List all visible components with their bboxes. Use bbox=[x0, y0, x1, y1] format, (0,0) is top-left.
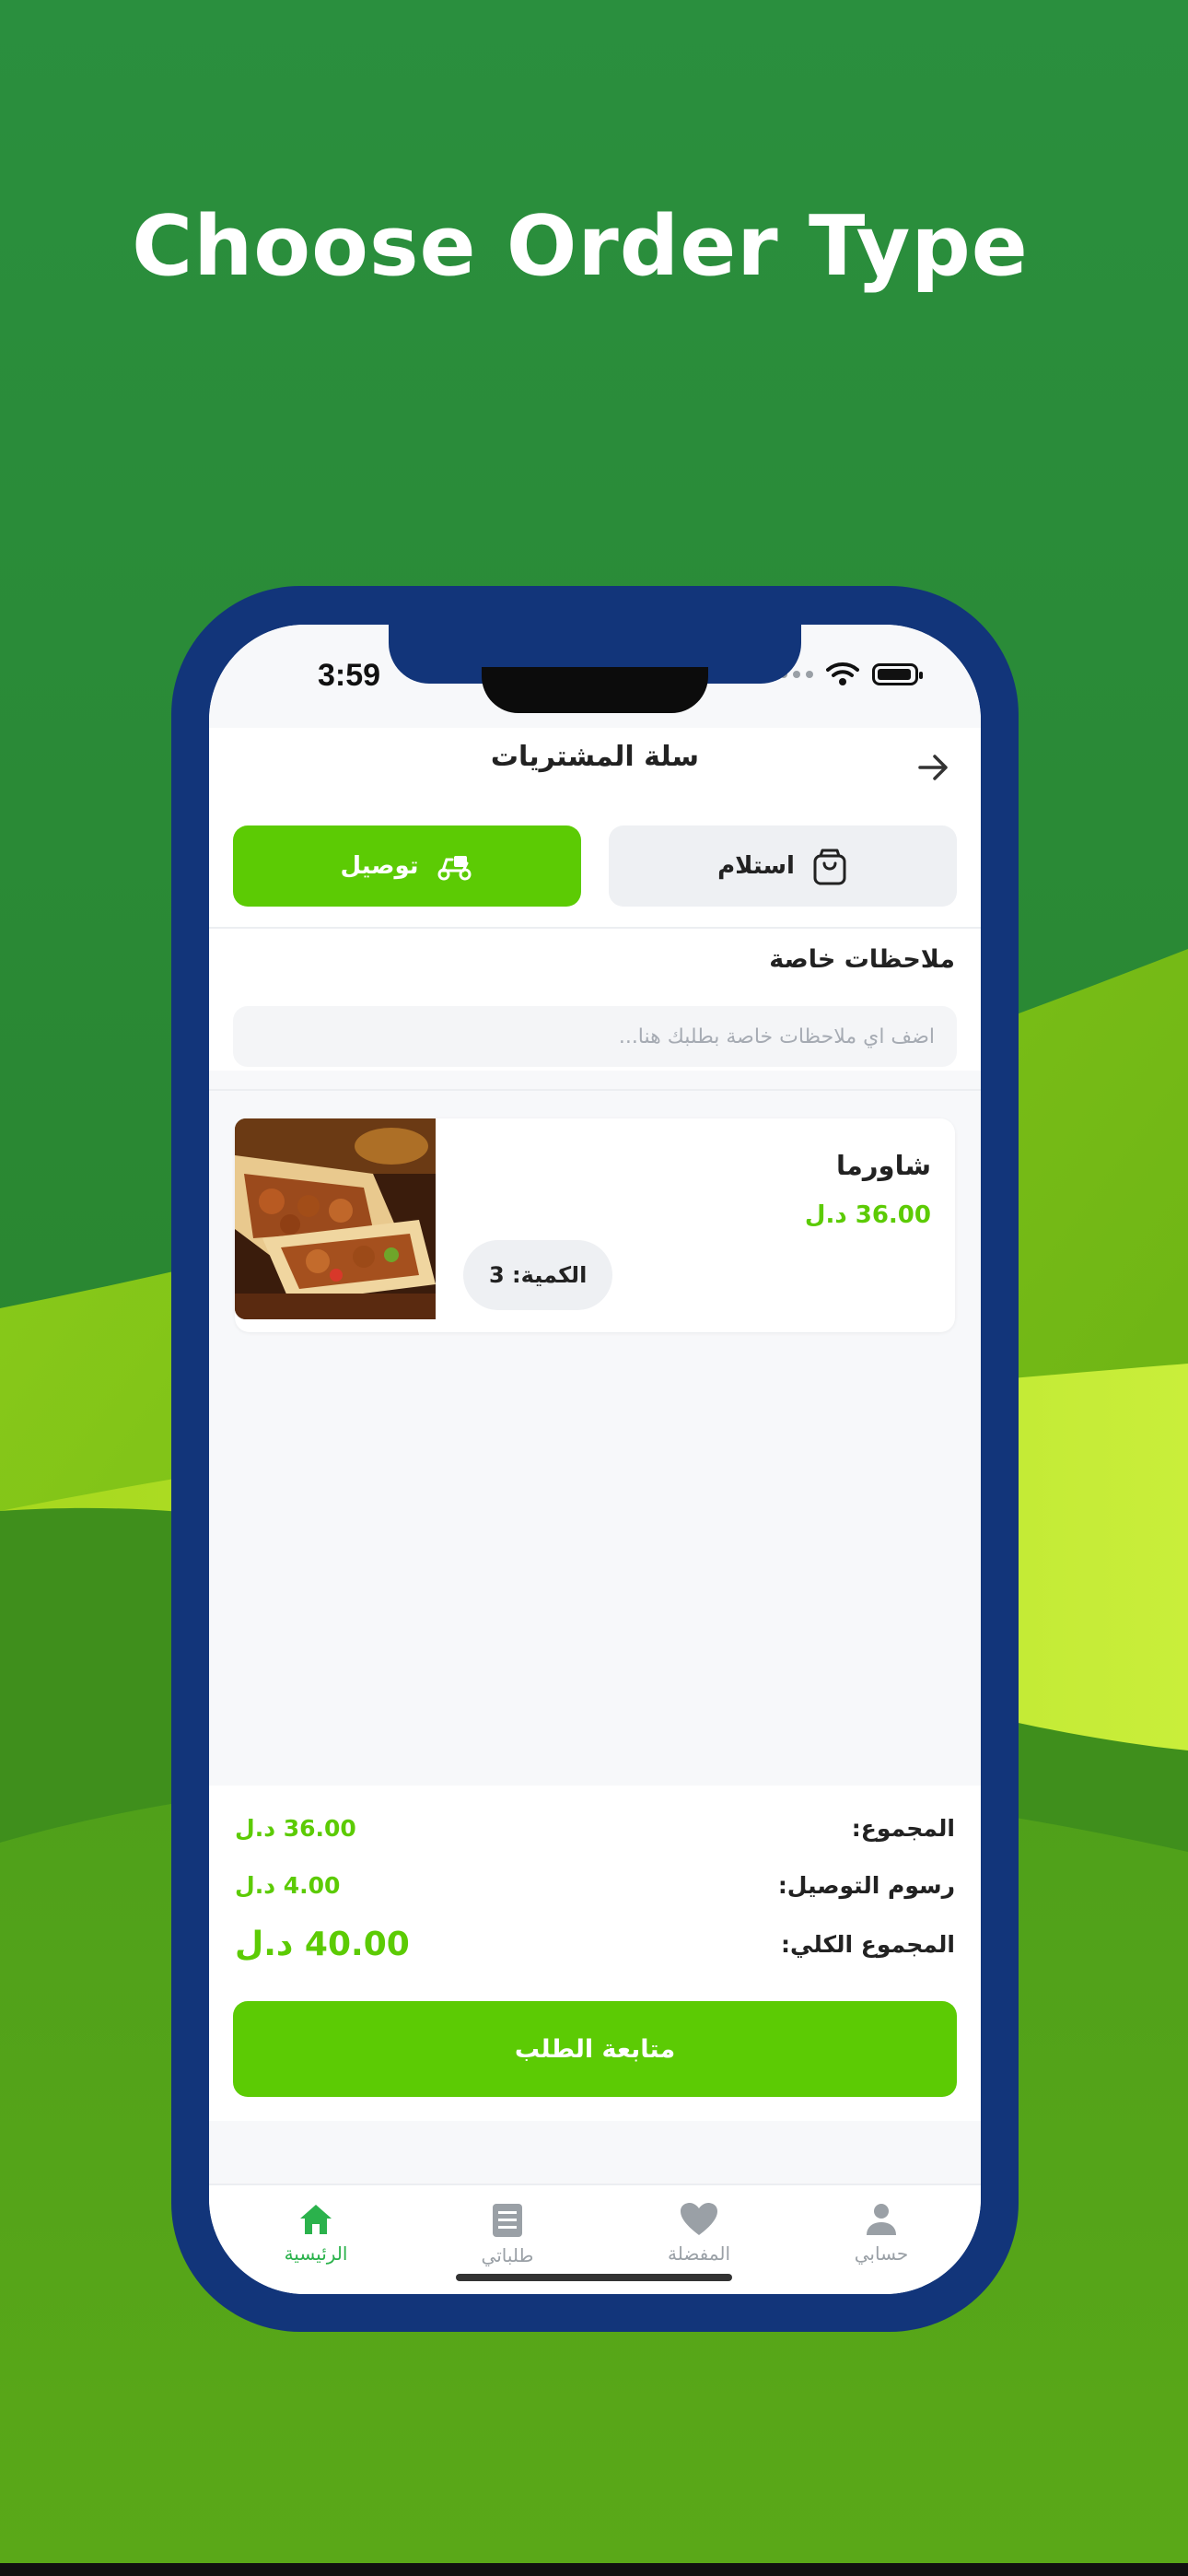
delivery-fee-value: 4.00 د.ل bbox=[235, 1872, 341, 1899]
orders-list-icon bbox=[493, 2204, 522, 2237]
delivery-scooter-icon bbox=[437, 856, 472, 881]
notes-input[interactable]: اضف اي ملاحظات خاصة بطلبك هنا... bbox=[233, 1006, 957, 1067]
nav-item-account[interactable]: حسابي bbox=[817, 2202, 946, 2265]
pickup-label: استلام bbox=[717, 852, 795, 880]
subtotal-row: المجموع: 36.00 د.ل bbox=[235, 1815, 955, 1842]
arrow-right-icon[interactable] bbox=[914, 748, 953, 787]
subtotal-value: 36.00 د.ل bbox=[235, 1815, 356, 1842]
nav-label-orders: طلباتي bbox=[481, 2244, 534, 2266]
subtotal-label: المجموع: bbox=[851, 1815, 955, 1842]
notes-label: ملاحظات خاصة bbox=[769, 945, 955, 974]
headline: Choose Order Type bbox=[132, 198, 1029, 295]
shawarma-image bbox=[235, 1118, 436, 1319]
nav-label-home: الرئيسية bbox=[284, 2242, 348, 2265]
delivery-fee-row: رسوم التوصيل: 4.00 د.ل bbox=[235, 1872, 955, 1899]
heart-icon bbox=[681, 2203, 717, 2235]
pickup-button[interactable]: استلام bbox=[609, 825, 957, 907]
divider bbox=[209, 1089, 981, 1091]
delivery-fee-label: رسوم التوصيل: bbox=[777, 1872, 955, 1899]
delivery-label: توصيل bbox=[340, 852, 419, 880]
home-icon bbox=[300, 2205, 332, 2234]
nav-item-orders[interactable]: طلباتي bbox=[443, 2202, 572, 2266]
checkout-button[interactable]: متابعة الطلب bbox=[233, 2001, 957, 2097]
page-title: سلة المشتريات bbox=[490, 741, 700, 773]
camera-notch bbox=[482, 667, 708, 713]
delivery-button[interactable]: توصيل bbox=[233, 825, 581, 907]
battery-icon bbox=[872, 663, 923, 685]
user-icon bbox=[867, 2204, 896, 2235]
home-indicator[interactable] bbox=[456, 2274, 732, 2281]
nav-item-home[interactable]: الرئيسية bbox=[251, 2202, 380, 2265]
nav-item-favorites[interactable]: المفضلة bbox=[635, 2202, 763, 2265]
nav-label-account: حسابي bbox=[854, 2242, 909, 2265]
item-price: 36.00 د.ل bbox=[804, 1201, 931, 1229]
total-value: 40.00 د.ل bbox=[235, 1926, 410, 1963]
bottom-edge bbox=[0, 2563, 1188, 2576]
quantity-pill[interactable]: الكمية: 3 bbox=[463, 1240, 613, 1310]
status-icons bbox=[780, 662, 923, 687]
status-time: 3:59 bbox=[318, 658, 381, 693]
item-name: شاورما bbox=[836, 1150, 931, 1181]
wifi-icon bbox=[826, 662, 859, 685]
phone-screen: 3:59 سلة المشتريات استلام توصيل ملاحظات … bbox=[209, 625, 981, 2294]
total-row: المجموع الكلي: 40.00 د.ل bbox=[235, 1926, 955, 1963]
cart-item-card[interactable]: شاورما 36.00 د.ل الكمية: 3 bbox=[235, 1118, 955, 1332]
total-label: المجموع الكلي: bbox=[781, 1931, 955, 1958]
nav-label-favorites: المفضلة bbox=[667, 2242, 731, 2265]
shopping-bag-icon bbox=[813, 849, 846, 885]
